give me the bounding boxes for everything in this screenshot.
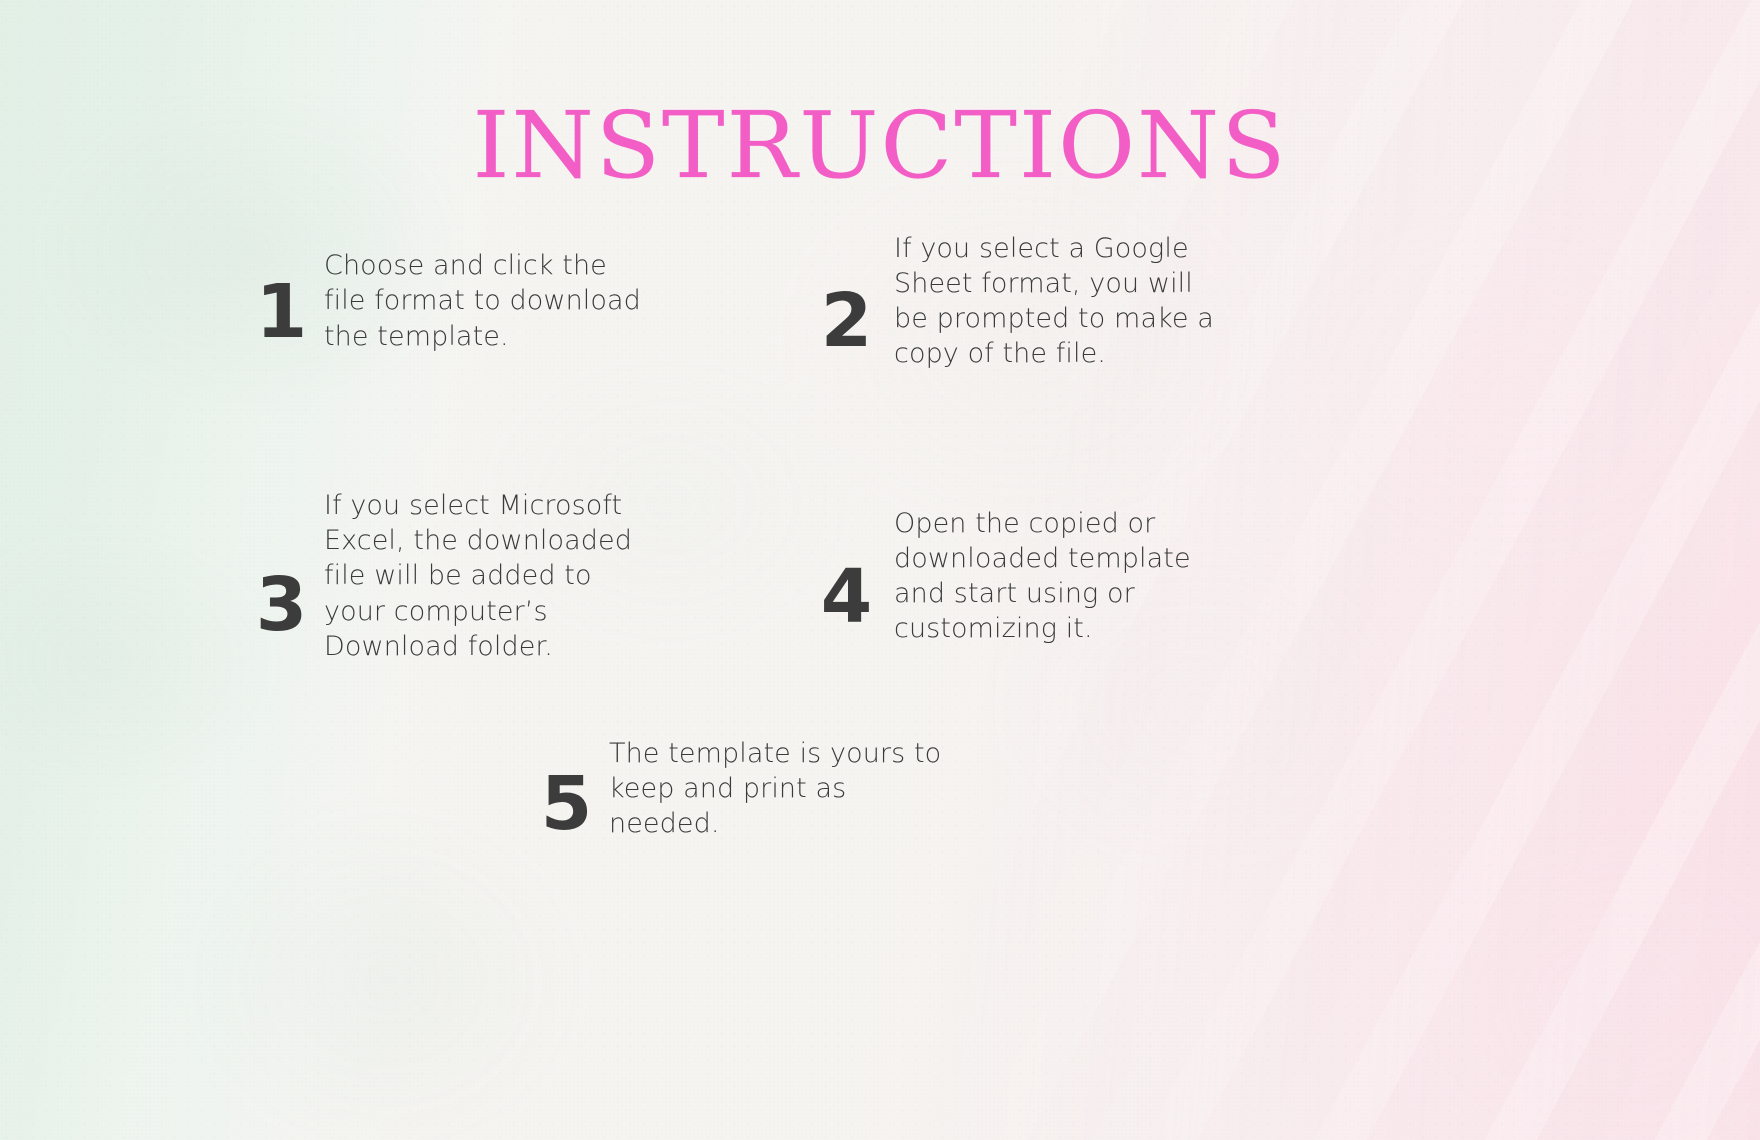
instruction-step-2: 2 If you select a Google Sheet format, y… — [798, 233, 1388, 369]
page-title: INSTRUCTIONS — [472, 91, 1288, 199]
step-number-4: 4 — [820, 554, 873, 640]
step-number-5: 5 — [540, 760, 593, 847]
instruction-step-4: 4 Open the copied or downloaded template… — [798, 486, 1388, 666]
instruction-step-3: 3 If you select Microsoft Excel, the dow… — [238, 486, 798, 666]
instruction-step-5: 5 The template is yours to keep and prin… — [523, 736, 941, 841]
steps-row-second: 3 If you select Microsoft Excel, the dow… — [238, 486, 1388, 736]
instruction-steps-list: 1 Choose and click the file format to do… — [238, 233, 1388, 876]
instruction-step-1: 1 Choose and click the file format to do… — [238, 236, 798, 366]
poster-content: INSTRUCTIONS 1 Choose and click the file… — [0, 0, 1760, 1140]
step-text-1: Choose and click the file format to down… — [324, 250, 641, 352]
steps-row-third: 5 The template is yours to keep and prin… — [238, 736, 1388, 876]
step-text-2: If you select a Google Sheet format, you… — [894, 232, 1214, 370]
step-number-2: 2 — [820, 278, 873, 364]
steps-row-first: 1 Choose and click the file format to do… — [238, 233, 1388, 486]
step-text-4: Open the copied or downloaded template a… — [894, 507, 1191, 645]
instructions-poster: INSTRUCTIONS 1 Choose and click the file… — [0, 0, 1760, 1140]
step-number-3: 3 — [255, 562, 308, 648]
step-text-5: The template is yours to keep and print … — [609, 738, 942, 840]
step-text-3: If you select Microsoft Excel, the downl… — [324, 490, 632, 662]
step-number-1: 1 — [255, 269, 308, 355]
